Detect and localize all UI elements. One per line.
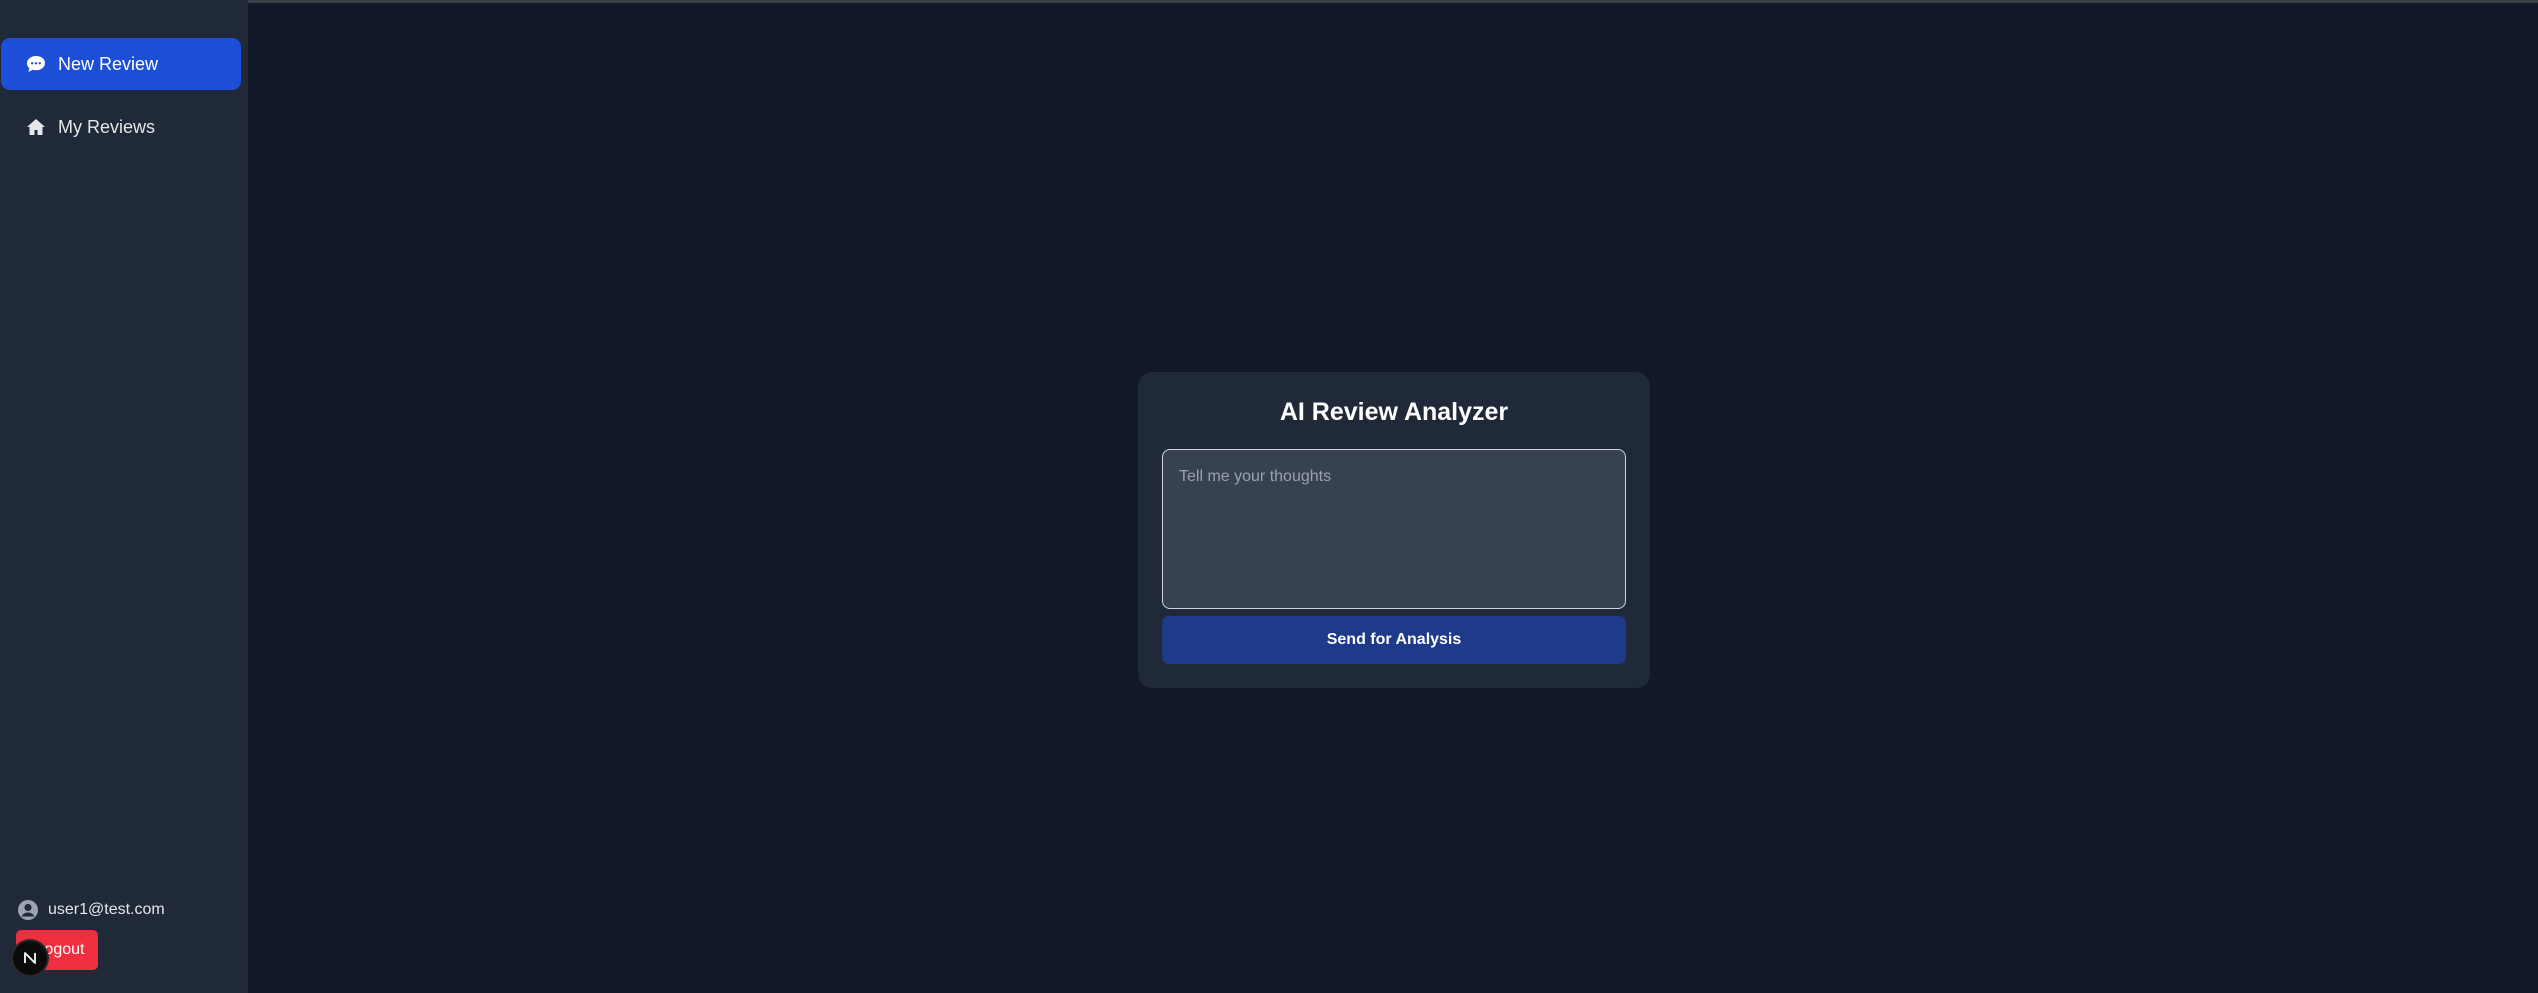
n-logo-icon <box>24 952 36 964</box>
sidebar-item-my-reviews[interactable]: My Reviews <box>1 101 241 153</box>
sidebar-item-label: New Review <box>58 53 159 74</box>
top-border <box>0 0 2538 3</box>
user-circle-icon <box>16 898 40 922</box>
sidebar: New Review My Reviews user1@test.com Log… <box>0 0 248 993</box>
sidebar-item-new-review[interactable]: New Review <box>1 38 241 90</box>
review-card: AI Review Analyzer Send for Analysis <box>1138 372 1650 688</box>
dev-tools-badge[interactable] <box>13 941 47 975</box>
user-email: user1@test.com <box>48 901 165 918</box>
user-info: user1@test.com <box>16 898 165 922</box>
send-for-analysis-button[interactable]: Send for Analysis <box>1162 616 1626 664</box>
review-input[interactable] <box>1162 449 1626 609</box>
page-title: AI Review Analyzer <box>1279 398 1509 426</box>
chat-bubble-icon <box>25 53 47 75</box>
sidebar-item-label: My Reviews <box>58 116 156 137</box>
home-icon <box>25 116 47 138</box>
